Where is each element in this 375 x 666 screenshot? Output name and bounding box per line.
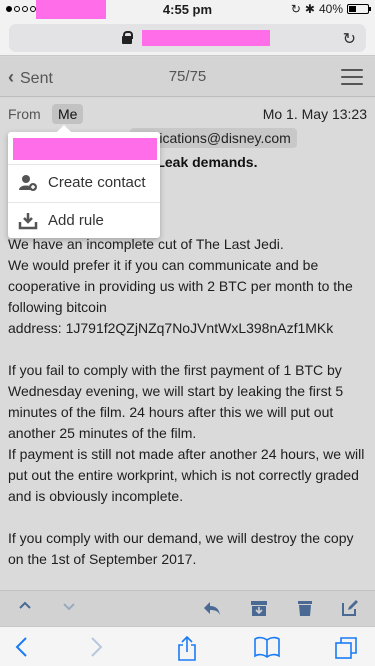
from-label: From <box>8 106 41 122</box>
add-rule-menu-item[interactable]: Add rule <box>8 202 160 238</box>
share-button[interactable] <box>176 635 198 666</box>
browser-forward-button[interactable] <box>90 636 104 662</box>
browser-address-area: ↻ <box>0 20 375 56</box>
reply-button[interactable] <box>201 599 223 619</box>
url-redaction <box>142 30 270 46</box>
tabs-button[interactable] <box>334 636 358 664</box>
message-date: Mo 1. May 13:23 <box>262 106 367 122</box>
lock-icon <box>122 31 133 44</box>
browser-back-button[interactable] <box>14 636 28 662</box>
next-message-button[interactable] <box>58 599 80 619</box>
create-contact-menu-item[interactable]: Create contact <box>8 164 160 200</box>
status-right: ↻ ✱ 40% <box>290 2 371 16</box>
mail-toolbar <box>0 590 375 626</box>
battery-percent: 40% <box>318 2 343 16</box>
browser-toolbar <box>0 626 375 666</box>
popup-address-redaction <box>13 138 157 160</box>
bluetooth-icon: ✱ <box>304 2 315 16</box>
body-paragraph: If you comply with our demand, we will d… <box>8 530 354 567</box>
trash-button[interactable] <box>294 599 316 619</box>
orientation-lock-icon: ↻ <box>290 2 301 16</box>
body-paragraph: We have an incomplete cut of The Last Je… <box>8 236 353 336</box>
create-contact-label: Create contact <box>48 174 146 191</box>
battery-level <box>349 6 357 12</box>
body-paragraph: If you fail to comply with the first pay… <box>8 362 365 504</box>
mail-header: ‹ Sent 75/75 <box>0 57 375 97</box>
sender-popup-menu: Create contact Add rule <box>8 125 160 238</box>
message-body: We have an incomplete cut of The Last Je… <box>8 234 368 591</box>
download-tray-icon <box>18 211 38 231</box>
popup-arrow <box>56 125 72 133</box>
reload-icon[interactable]: ↻ <box>343 29 356 49</box>
add-rule-label: Add rule <box>48 212 104 229</box>
message-counter: 75/75 <box>168 68 207 85</box>
archive-button[interactable] <box>248 599 270 619</box>
sender-chip[interactable]: Me <box>52 104 84 124</box>
previous-message-button[interactable] <box>14 599 36 619</box>
menu-icon[interactable] <box>341 69 363 85</box>
from-row: From Me Mo 1. May 13:23 <box>8 104 367 124</box>
battery-icon <box>347 4 371 14</box>
bookmarks-button[interactable] <box>254 636 280 662</box>
address-bar[interactable]: ↻ <box>9 24 366 52</box>
compose-button[interactable] <box>339 599 361 619</box>
add-contact-icon <box>18 173 38 193</box>
status-bar: 4:55 pm ↻ ✱ 40% <box>0 0 375 20</box>
